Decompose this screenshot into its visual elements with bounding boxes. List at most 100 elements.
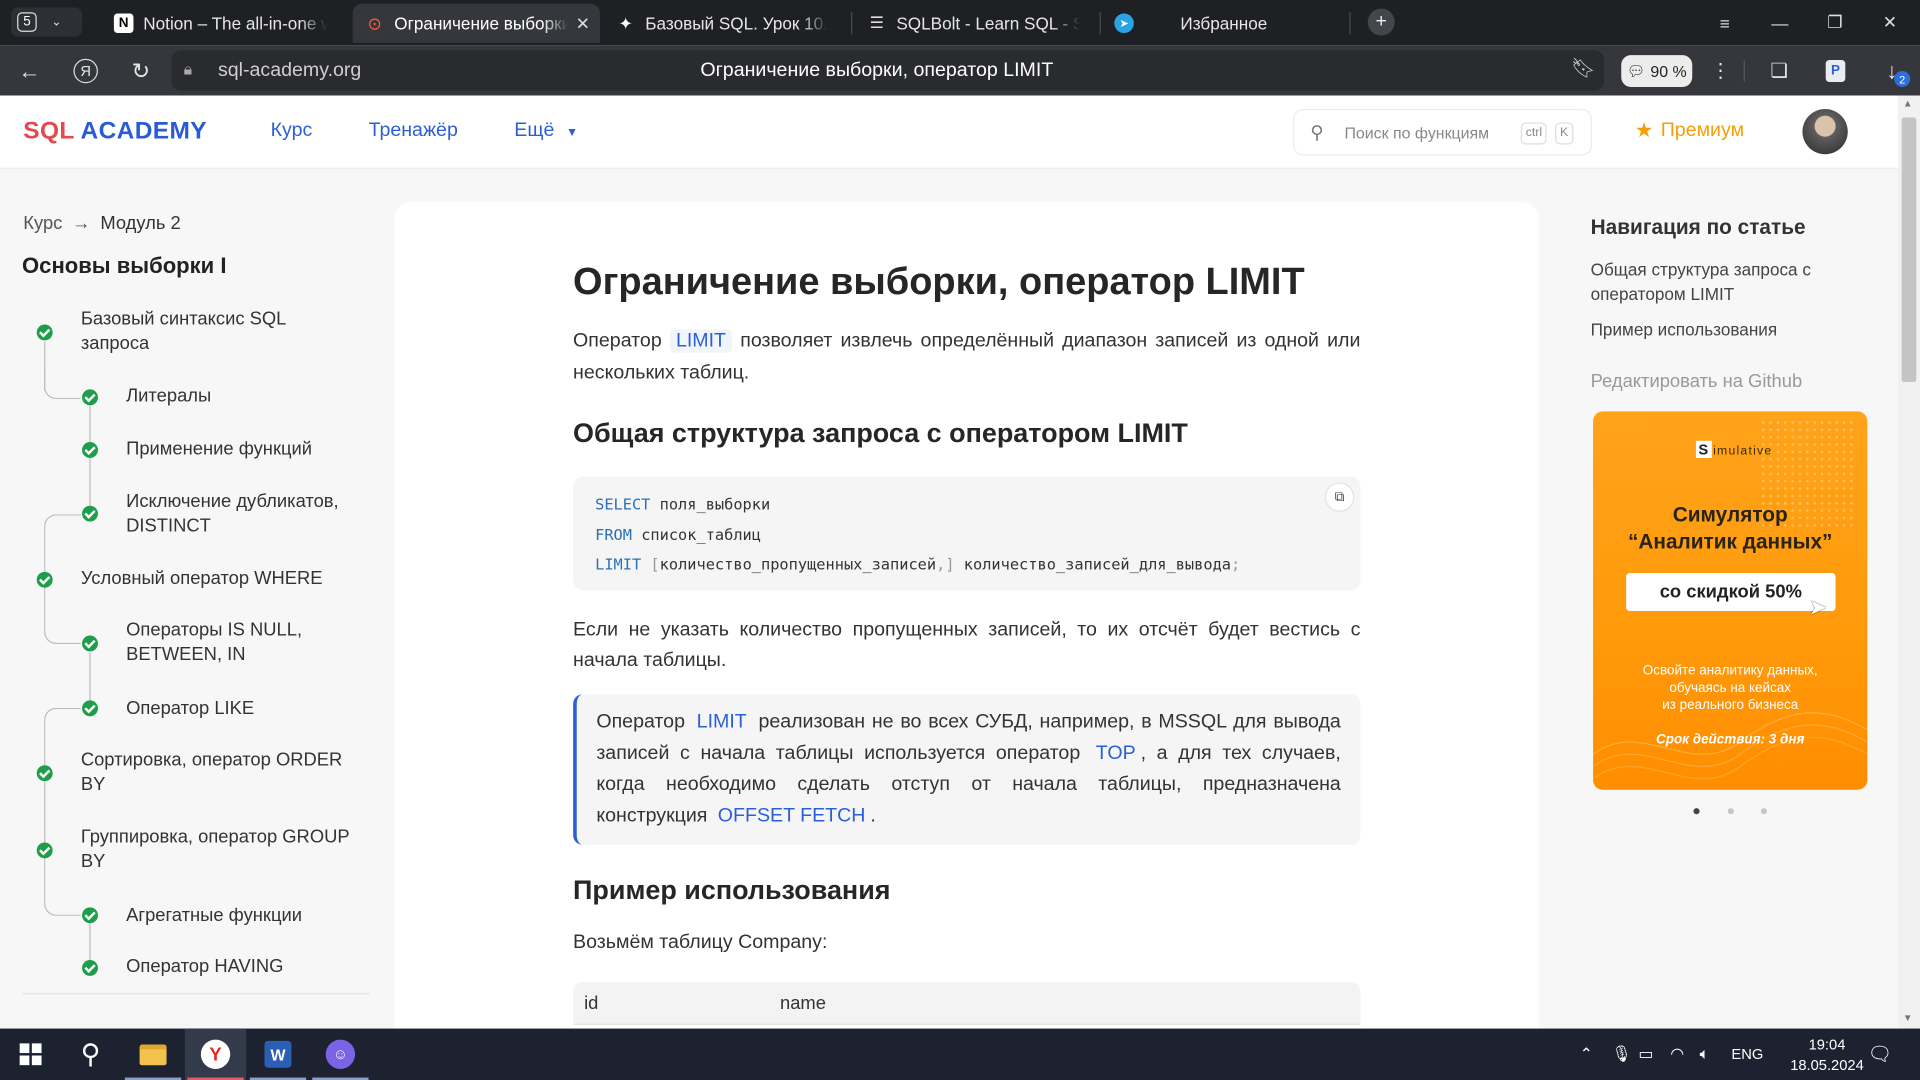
lesson-item[interactable]: Оператор LIKE: [126, 697, 254, 721]
lesson-item[interactable]: Агрегатные функции: [126, 904, 302, 928]
scroll-up-arrow[interactable]: ▲: [1903, 98, 1913, 109]
tab-notion[interactable]: N Notion – The all-in-one wo: [102, 4, 349, 43]
windows-start-icon[interactable]: [0, 1029, 61, 1080]
carousel-dot[interactable]: [1727, 808, 1734, 815]
section-heading-example: Пример использования: [573, 874, 891, 905]
lesson-item[interactable]: Операторы IS NULL, BETWEEN, IN: [126, 618, 322, 667]
restore-icon[interactable]: ❐: [1807, 0, 1862, 45]
collections-icon[interactable]: ❏: [1761, 53, 1798, 90]
column-header-name: name: [780, 993, 826, 1014]
zoom-badge[interactable]: 💬︎ 90 %: [1621, 55, 1693, 87]
promo-headline-line: Симулятор: [1672, 503, 1788, 527]
url-field[interactable]: 🔒︎ sql-academy.org Ограничение выборки, …: [171, 50, 1605, 91]
tab-sql-academy[interactable]: ⊙ Ограничение выборки ✕: [352, 3, 601, 43]
reload-icon[interactable]: ↻: [122, 53, 159, 90]
search-input[interactable]: ⚲ Поиск по функциям ctrl K: [1293, 108, 1592, 156]
search-icon[interactable]: ⚲: [60, 1029, 121, 1080]
tab-counter-button[interactable]: 5 ⌄: [11, 7, 83, 37]
yandex-icon[interactable]: Я: [67, 53, 104, 90]
tab-title: SQLBolt - Learn SQL - SQL: [896, 13, 1080, 34]
nav-trainer[interactable]: Тренажёр: [369, 120, 458, 142]
back-arrow-icon[interactable]: ←: [11, 53, 48, 90]
site-logo[interactable]: SQL ACADEMY: [23, 118, 207, 146]
lesson-item[interactable]: Применение функций: [126, 437, 312, 461]
edit-on-github-link[interactable]: Редактировать на Github: [1591, 371, 1803, 392]
wifi-icon[interactable]: ◠: [1670, 1044, 1684, 1064]
lesson-item[interactable]: Условный оператор WHERE: [81, 567, 323, 591]
system-clock[interactable]: 19:04 18.05.2024: [1790, 1035, 1864, 1077]
word-icon[interactable]: W: [247, 1029, 308, 1080]
new-tab-button[interactable]: +: [1367, 8, 1395, 36]
completed-check-icon: [82, 389, 98, 406]
downloads-badge: 2: [1894, 71, 1911, 87]
zoom-level: 90 %: [1650, 61, 1687, 81]
tab-sqlbolt[interactable]: ☰ SQLBolt - Learn SQL - SQL: [855, 4, 1100, 43]
menu-icon[interactable]: ≡: [1697, 0, 1752, 45]
breadcrumb: Курс → Модуль 2: [23, 213, 180, 234]
clock-time: 19:04: [1808, 1035, 1846, 1054]
site-header: SQL ACADEMY Курс Тренажёр Ещё ▼ ⚲ Поиск …: [0, 95, 1898, 169]
lesson-item[interactable]: Сортировка, оператор ORDER BY: [81, 748, 363, 797]
more-vertical-icon[interactable]: ⋮: [1702, 53, 1739, 90]
lesson-item[interactable]: Литералы: [126, 384, 211, 408]
nav-course[interactable]: Курс: [271, 120, 313, 142]
lesson-item[interactable]: Исключение дубликатов, DISTINCT: [126, 490, 359, 539]
chevron-up-icon[interactable]: ⌃: [1580, 1044, 1593, 1064]
volume-icon[interactable]: 🔈︎: [1700, 1044, 1710, 1064]
extension-icon[interactable]: P: [1817, 53, 1854, 90]
bookmark-icon[interactable]: 🔖︎: [1571, 56, 1596, 80]
tree-curve: [44, 585, 81, 645]
close-icon[interactable]: ✕: [1862, 0, 1917, 45]
completed-check-icon: [82, 907, 98, 924]
nav-link-example[interactable]: Пример использования: [1591, 317, 1848, 341]
downloads-icon[interactable]: ↓ 2: [1873, 53, 1911, 90]
premium-link[interactable]: ★ Премиум: [1635, 119, 1744, 143]
lesson-item[interactable]: Оператор HAVING: [126, 955, 283, 979]
avatar[interactable]: [1802, 108, 1848, 155]
discord-icon[interactable]: ☺: [310, 1029, 371, 1080]
microphone-icon[interactable]: 🎙︎: [1611, 1044, 1631, 1064]
windows-taskbar: ⚲ Y W ☺ ⌃ 🎙︎ ▭ ◠ 🔈︎ ENG 19:04 18.05.2024…: [0, 1028, 1920, 1080]
tree-curve: [44, 707, 81, 769]
scrollbar-thumb[interactable]: [1901, 117, 1917, 383]
carousel-dot[interactable]: [1760, 808, 1767, 815]
tab-title: Базовый SQL. Урок 10. M: [645, 13, 829, 34]
intro-text: Оператор: [573, 330, 662, 352]
minimize-icon[interactable]: —: [1752, 0, 1807, 45]
close-tab-icon[interactable]: ✕: [573, 13, 593, 34]
lesson-item[interactable]: Базовый синтаксис SQL запроса: [81, 307, 326, 356]
tab-favorites[interactable]: ➤ Избранное: [1102, 4, 1347, 43]
brand-letter: S: [1695, 440, 1712, 458]
nav-more[interactable]: Ещё ▼: [514, 120, 578, 142]
logo-academy: ACADEMY: [80, 117, 207, 145]
tab-basic-sql[interactable]: ✦ Базовый SQL. Урок 10. M: [604, 4, 851, 43]
promo-discount-button[interactable]: со скидкой 50%: [1626, 573, 1836, 612]
copy-icon[interactable]: ⧉: [1324, 482, 1355, 512]
database-icon: ☰: [869, 13, 884, 32]
code-line: LIMIT [количество_пропущенных_записей,] …: [595, 555, 1240, 573]
article-title: Ограничение выборки, оператор LIMIT: [573, 259, 1305, 303]
code-punct: [: [650, 554, 660, 574]
nav-link-structure[interactable]: Общая структура запроса с оператором LIM…: [1591, 257, 1848, 306]
scroll-down-arrow[interactable]: ▼: [1903, 1013, 1913, 1024]
language-indicator[interactable]: ENG: [1731, 1046, 1763, 1063]
completed-check-icon: [36, 324, 53, 341]
module-title: Основы выборки I: [22, 253, 227, 278]
battery-icon[interactable]: ▭: [1638, 1044, 1653, 1064]
carousel-dot-active[interactable]: [1693, 808, 1700, 815]
toolbar-divider: [1743, 60, 1745, 83]
tab-count-badge: 5: [17, 12, 37, 32]
promo-banner[interactable]: Simulative Симулятор “Аналитик данных” с…: [1593, 411, 1868, 790]
file-explorer-icon[interactable]: [122, 1029, 183, 1080]
breadcrumb-course[interactable]: Курс: [23, 213, 62, 234]
lesson-item[interactable]: Группировка, оператор GROUP BY: [81, 825, 363, 874]
completed-check-icon: [36, 842, 53, 859]
breadcrumb-module: Модуль 2: [100, 213, 181, 234]
yandex-browser-icon[interactable]: Y: [184, 1028, 247, 1080]
completed-check-icon: [82, 505, 98, 522]
telegram-icon: ➤: [1114, 13, 1134, 34]
code-punct: ]: [945, 554, 955, 574]
notifications-icon[interactable]: 🗨︎: [1867, 1042, 1892, 1066]
cursor-icon: ➤: [1808, 595, 1828, 620]
browser-address-bar: ← Я ↻ 🔒︎ sql-academy.org Ограничение выб…: [0, 45, 1920, 96]
